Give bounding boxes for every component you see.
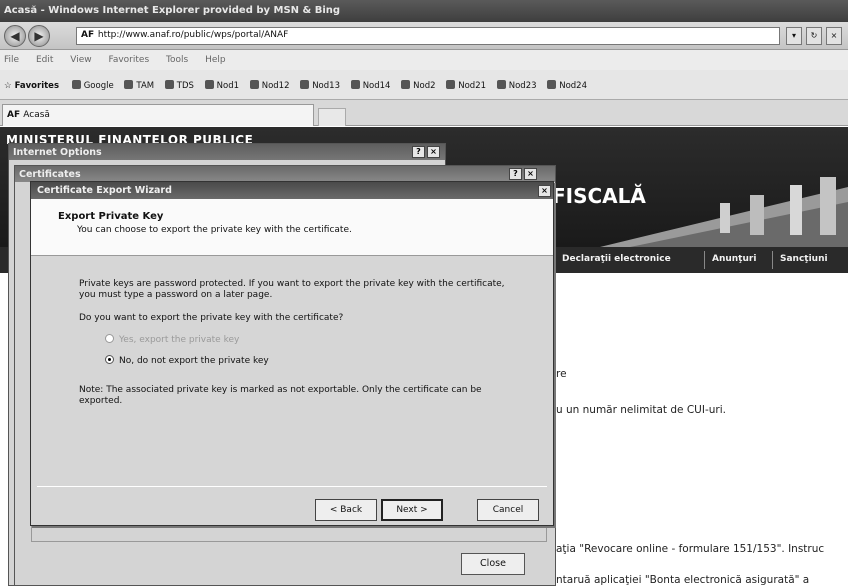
wizard-step-subtitle: You can choose to export the private key… [77,225,352,235]
menu-favorites[interactable]: Favorites [108,55,149,65]
content-text: re [556,368,567,380]
google-icon [71,80,81,89]
radio-yes-export: Yes, export the private key [105,334,239,346]
next-button[interactable]: Next > [381,499,443,521]
back-button[interactable]: ◀ [4,25,26,47]
favorite-label: Nod23 [508,81,537,91]
certificate-export-wizard: Certificate Export Wizard × Export Priva… [30,181,554,526]
page-icon [164,80,174,89]
page-icon [350,80,360,89]
favorite-google[interactable]: Google [71,80,114,91]
favorite-label: Nod13 [312,81,340,91]
content-text[interactable]: aţia "Revocare online - formulare 151/15… [556,543,824,555]
close-icon[interactable]: × [524,168,537,180]
favorite-nod1[interactable]: Nod1 [204,80,240,91]
favorite-nod2[interactable]: Nod2 [401,80,436,91]
favorites-label: Favorites [14,81,60,91]
favorite-nod21[interactable]: Nod21 [446,80,487,91]
page-icon [300,80,310,89]
tab-row: AF Acasă [0,100,848,126]
menu-help[interactable]: Help [205,55,226,65]
nav-sanctiuni[interactable]: Sancţiuni [780,254,828,264]
favorite-label: Nod1 [216,81,240,91]
favorite-label: Nod14 [362,81,391,91]
nav-anunturi[interactable]: Anunţuri [712,254,756,264]
content-text[interactable]: ntaruă aplicaţiei "Bonta electronică asi… [556,574,809,586]
address-bar[interactable]: AF http://www.anaf.ro/public/wps/portal/… [76,27,780,45]
page-icon [249,80,259,89]
menu-file[interactable]: File [4,55,19,65]
page-icon [401,80,411,89]
navigation-bar: ◀ ▶ AF http://www.anaf.ro/public/wps/por… [0,22,848,50]
favorite-label: Nod21 [458,81,487,91]
favorite-nod12[interactable]: Nod12 [249,80,290,91]
menu-view[interactable]: View [70,55,91,65]
radio-no-export[interactable]: No, do not export the private key [105,355,269,367]
new-tab-button[interactable] [318,108,346,126]
dialog-title-bar: Internet Options [9,144,445,160]
wizard-header: Export Private Key You can choose to exp… [31,199,553,256]
favorite-nod23[interactable]: Nod23 [496,80,537,91]
tab-acasa[interactable]: AF Acasă [2,104,314,126]
favorites-button[interactable]: ☆ Favorites [4,81,59,91]
page-icon [124,80,134,89]
wizard-title: Certificate Export Wizard [37,185,172,196]
favorite-label: Nod24 [559,81,587,91]
password-info-text: Private keys are password protected. If … [79,279,505,300]
favorite-tam[interactable]: TAM [124,80,155,91]
close-button[interactable]: Close [461,553,525,575]
back-button[interactable]: < Back [315,499,377,521]
note-text: Note: The associated private key is mark… [79,385,482,406]
dialog-title: Certificates [19,169,81,180]
stop-icon[interactable]: × [826,27,842,45]
radio-selected-icon [105,355,114,364]
refresh-icon[interactable]: ↻ [806,27,822,45]
window-title: Acasă - Windows Internet Explorer provid… [4,5,341,16]
dialog-title: Internet Options [13,147,102,158]
page-icon [204,80,214,89]
radio-label: Yes, export the private key [119,335,240,345]
export-question: Do you want to export the private key wi… [79,313,344,323]
page-icon [547,80,557,89]
favorite-label: Nod12 [261,81,290,91]
wizard-divider [37,486,547,487]
favorite-label: TDS [176,81,194,91]
nav-divider [704,251,705,269]
nav-declaratii[interactable]: Declaraţii electronice [562,254,671,264]
help-button[interactable]: ? [509,168,522,180]
radio-icon [105,334,114,343]
help-button[interactable]: ? [412,146,425,158]
wizard-step-title: Export Private Key [58,211,164,222]
menu-bar: File Edit View Favorites Tools Help [0,50,848,70]
page-icon [446,80,456,89]
favorite-label: Google [83,81,114,91]
favorite-label: Nod2 [413,81,436,91]
tab-label: Acasă [23,110,50,120]
wizard-title-bar: Certificate Export Wizard [31,182,553,199]
banner-skyline-image [600,177,848,247]
page-icon [496,80,506,89]
favorites-bar: ☆ Favorites Google TAM TDS Nod1 Nod12 No… [0,70,848,100]
favorite-label: TAM [136,81,155,91]
forward-button[interactable]: ▶ [28,25,50,47]
site-favicon: AF [81,30,95,40]
favorite-tds[interactable]: TDS [164,80,194,91]
favorite-nod14[interactable]: Nod14 [350,80,391,91]
radio-label: No, do not export the private key [119,356,269,366]
favorite-nod13[interactable]: Nod13 [300,80,340,91]
dialog-title-bar: Certificates [15,166,555,182]
address-dropdown-icon[interactable]: ▾ [786,27,802,45]
close-icon[interactable]: × [427,146,440,158]
menu-edit[interactable]: Edit [36,55,53,65]
content-text: u un număr nelimitat de CUI-uri. [556,404,726,416]
cancel-button[interactable]: Cancel [477,499,539,521]
window-title-bar: Acasă - Windows Internet Explorer provid… [0,0,848,22]
favorite-nod24[interactable]: Nod24 [547,80,587,91]
site-favicon: AF [7,110,24,120]
address-url: http://www.anaf.ro/public/wps/portal/ANA… [97,30,289,40]
nav-divider [772,251,773,269]
menu-tools[interactable]: Tools [166,55,188,65]
close-icon[interactable]: × [538,185,551,197]
